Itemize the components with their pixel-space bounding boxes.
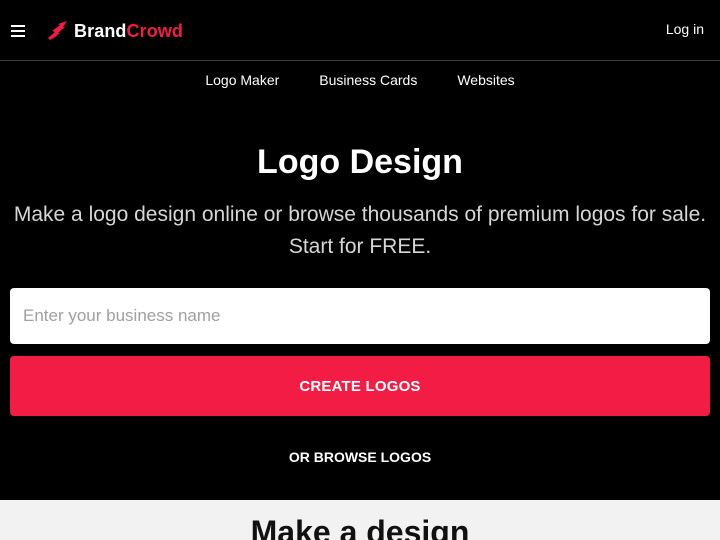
hamburger-icon[interactable] [11,25,25,37]
section-title: Make a design [250,514,470,540]
nav-websites[interactable]: Websites [457,72,514,88]
browse-logos-link[interactable]: OR BROWSE LOGOS [0,449,720,465]
login-link[interactable]: Log in [666,21,704,37]
sub-navigation: Logo Maker Business Cards Websites [0,61,720,99]
nav-logo-maker[interactable]: Logo Maker [205,72,279,88]
brand-name: BrandCrowd [74,21,183,42]
page-title: Logo Design [257,143,463,181]
brand-name-part2: Crowd [126,20,184,41]
nav-business-cards[interactable]: Business Cards [319,72,417,88]
hero-subtitle: Make a logo design online or browse thou… [13,203,707,258]
brand-name-part1: Brand [74,20,127,41]
top-bar: BrandCrowd Log in [0,0,720,61]
brandcrowd-bird-icon [48,21,67,40]
create-logos-button[interactable]: CREATE LOGOS [10,356,710,416]
brand-logo[interactable]: BrandCrowd [46,18,183,44]
business-name-input[interactable] [10,288,710,344]
make-design-section: Make a design [0,500,720,540]
